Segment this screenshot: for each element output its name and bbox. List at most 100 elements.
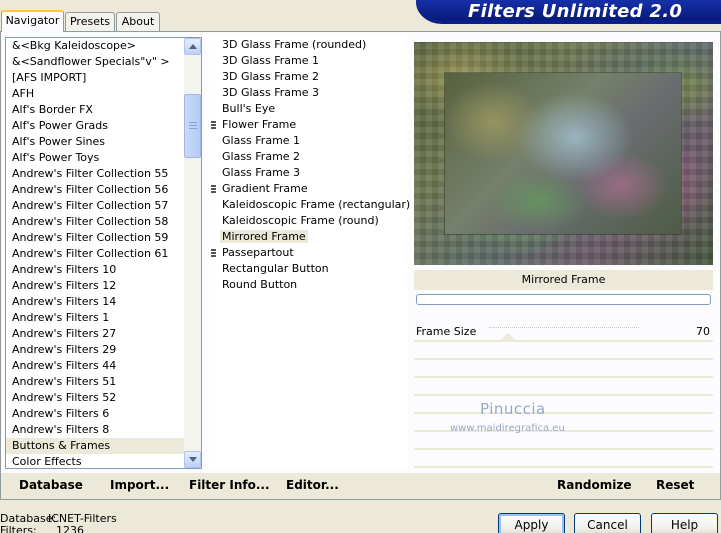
filter-item[interactable]: 3D Glass Frame (rounded) [209, 37, 408, 53]
filter-item[interactable]: 3D Glass Frame 3 [209, 85, 408, 101]
scroll-thumb[interactable] [184, 94, 201, 158]
cancel-button[interactable]: Cancel [574, 513, 641, 533]
randomize-button[interactable]: Randomize [557, 478, 631, 492]
grip-icon [189, 125, 197, 126]
category-item[interactable]: Alf's Power Grads [6, 118, 184, 134]
category-item[interactable]: Alf's Power Sines [6, 134, 184, 150]
filter-item-label: Glass Frame 3 [222, 166, 301, 179]
action-bar: Database Import... Filter Info... Editor… [1, 473, 720, 499]
group-marker-icon [211, 249, 216, 258]
filter-item[interactable]: Mirrored Frame [209, 229, 408, 245]
category-item[interactable]: &<Sandflower Specials"v" > [6, 54, 184, 70]
slider-thumb[interactable] [500, 333, 515, 340]
filter-item-label: Glass Frame 2 [222, 150, 301, 163]
tab-navigator[interactable]: Navigator [1, 10, 64, 32]
category-item[interactable]: Alf's Power Toys [6, 150, 184, 166]
category-item[interactable]: Andrew's Filters 52 [6, 390, 184, 406]
watermark-url: www.maidiregrafica.eu [450, 423, 565, 434]
filter-item-label: Flower Frame [222, 118, 297, 131]
filter-item-label: 3D Glass Frame 3 [222, 86, 320, 99]
filter-item-label: Mirrored Frame [220, 230, 308, 243]
filter-item[interactable]: Gradient Frame [209, 181, 408, 197]
category-item[interactable]: Andrew's Filter Collection 55 [6, 166, 184, 182]
category-item[interactable]: AFH [6, 86, 184, 102]
filter-item-label: Kaleidoscopic Frame (round) [222, 214, 379, 227]
filter-item[interactable]: Passepartout [209, 245, 408, 261]
watermark-name: Pinuccia [480, 400, 546, 418]
category-item[interactable]: Andrew's Filter Collection 56 [6, 182, 184, 198]
frame-size-slider[interactable] [489, 326, 639, 340]
category-item[interactable]: Andrew's Filter Collection 58 [6, 214, 184, 230]
filter-item-label: Rectangular Button [222, 262, 329, 275]
preview-image[interactable] [414, 42, 713, 265]
filter-info-button[interactable]: Filter Info... [189, 478, 270, 492]
selected-filter-title: Mirrored Frame [414, 270, 713, 290]
filter-item-label: Glass Frame 1 [222, 134, 301, 147]
group-marker-icon [211, 185, 216, 194]
navigator-panel: &<Bkg Kaleidoscope> &<Sandflower Specials… [0, 31, 721, 500]
tab-about[interactable]: About [116, 12, 160, 31]
category-item[interactable]: Andrew's Filters 6 [6, 406, 184, 422]
category-item[interactable]: Andrew's Filters 10 [6, 262, 184, 278]
param-label: Frame Size [416, 325, 477, 338]
category-item[interactable]: [AFS IMPORT] [6, 70, 184, 86]
filter-item-label: 3D Glass Frame 2 [222, 70, 320, 83]
filter-item[interactable]: Rectangular Button [209, 261, 408, 277]
tab-presets[interactable]: Presets [65, 12, 115, 31]
filter-item[interactable]: Kaleidoscopic Frame (round) [209, 213, 408, 229]
chevron-up-icon [189, 44, 197, 49]
category-scrollbar[interactable] [184, 38, 201, 468]
category-item[interactable]: Andrew's Filter Collection 59 [6, 230, 184, 246]
filter-item[interactable]: Round Button [209, 277, 408, 293]
import-button[interactable]: Import... [110, 478, 169, 492]
category-list[interactable]: &<Bkg Kaleidoscope> &<Sandflower Specials… [5, 37, 202, 469]
editor-button[interactable]: Editor... [286, 478, 339, 492]
apply-button[interactable]: Apply [498, 513, 565, 533]
category-item[interactable]: Andrew's Filters 8 [6, 422, 184, 438]
param-value: 70 [696, 325, 710, 338]
scroll-down-button[interactable] [184, 451, 201, 468]
filter-item[interactable]: Glass Frame 1 [209, 133, 408, 149]
progress-bar [416, 294, 711, 305]
category-item[interactable]: Andrew's Filters 1 [6, 310, 184, 326]
filter-item[interactable]: Glass Frame 3 [209, 165, 408, 181]
category-item[interactable]: &<Bkg Kaleidoscope> [6, 38, 184, 54]
status-filters-label: Filters: [0, 524, 37, 533]
category-item[interactable]: Color Effects [6, 454, 184, 468]
status-filters: Filters: 1236 [0, 525, 117, 533]
filter-item-label: Passepartout [222, 246, 294, 259]
filter-item-label: 3D Glass Frame 1 [222, 54, 320, 67]
filter-item[interactable]: Bull's Eye [209, 101, 408, 117]
scroll-up-button[interactable] [184, 38, 201, 55]
category-item[interactable]: Andrew's Filters 44 [6, 358, 184, 374]
filter-item[interactable]: 3D Glass Frame 2 [209, 69, 408, 85]
category-item[interactable]: Andrew's Filters 14 [6, 294, 184, 310]
filter-item[interactable]: Glass Frame 2 [209, 149, 408, 165]
preview-inner-image [445, 73, 681, 234]
reset-button[interactable]: Reset [656, 478, 694, 492]
filter-item[interactable]: 3D Glass Frame 1 [209, 53, 408, 69]
category-item[interactable]: Andrew's Filters 29 [6, 342, 184, 358]
category-item[interactable]: Alf's Border FX [6, 102, 184, 118]
app-title: Filters Unlimited 2.0 [468, 1, 683, 22]
filter-list[interactable]: 3D Glass Frame (rounded) 3D Glass Frame 1… [209, 37, 410, 469]
filter-item[interactable]: Flower Frame [209, 117, 408, 133]
category-item[interactable]: Andrew's Filters 51 [6, 374, 184, 390]
category-items: &<Bkg Kaleidoscope> &<Sandflower Specials… [6, 38, 184, 468]
category-item[interactable]: Buttons & Frames [6, 438, 184, 454]
category-item[interactable]: Andrew's Filters 12 [6, 278, 184, 294]
category-item[interactable]: Andrew's Filter Collection 61 [6, 246, 184, 262]
help-button[interactable]: Help [651, 513, 718, 533]
group-marker-icon [211, 121, 216, 130]
status-filters-value: 1236 [56, 524, 84, 533]
grip-icon [189, 122, 197, 123]
status-area: Database:ICNET-Filters Filters: 1236 [0, 513, 117, 533]
category-item[interactable]: Andrew's Filters 27 [6, 326, 184, 342]
database-button[interactable]: Database [19, 478, 83, 492]
filter-item-label: Bull's Eye [222, 102, 276, 115]
header-banner: Filters Unlimited 2.0 [416, 0, 721, 24]
filter-item-label: 3D Glass Frame (rounded) [222, 38, 367, 51]
filter-item[interactable]: Kaleidoscopic Frame (rectangular) [209, 197, 410, 213]
category-item[interactable]: Andrew's Filter Collection 57 [6, 198, 184, 214]
grip-icon [189, 128, 197, 129]
